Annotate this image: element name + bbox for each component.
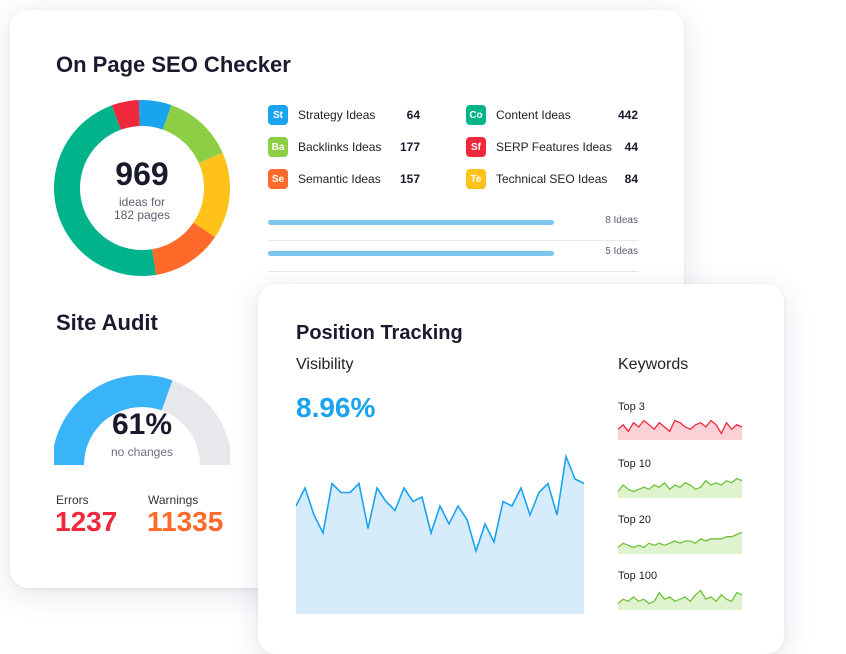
idea-badge: Sf <box>466 137 486 157</box>
idea-label: Backlinks Ideas <box>298 140 382 154</box>
idea-row[interactable]: Ba Backlinks Ideas 177 <box>268 137 420 157</box>
idea-badge: Se <box>268 169 288 189</box>
keyword-group-label: Top 10 <box>618 458 652 470</box>
keywords-label: Keywords <box>618 356 689 373</box>
idea-label: SERP Features Ideas <box>496 140 612 154</box>
site-audit-subtitle: no changes <box>110 445 174 459</box>
warnings-value: 11335 <box>147 506 224 537</box>
idea-badge: Te <box>466 169 486 189</box>
ideas-bar-label: 5 Ideas <box>605 246 638 257</box>
idea-badge: Co <box>466 105 486 125</box>
errors-value: 1237 <box>55 506 118 537</box>
idea-count: 157 <box>399 172 420 186</box>
idea-count: 177 <box>399 140 420 154</box>
idea-row[interactable]: Te Technical SEO Ideas 84 <box>466 169 638 189</box>
keyword-sparkline-top100 <box>618 589 742 610</box>
ideas-bar-row-1[interactable]: 8 Ideas <box>268 209 638 241</box>
donut-segment <box>111 100 141 130</box>
idea-row[interactable]: Co Content Ideas 442 <box>466 105 638 125</box>
keyword-group-label: Top 100 <box>618 570 658 582</box>
position-tracking-card: Position Tracking Visibility 8.96% Keywo… <box>258 284 784 654</box>
warnings-label: Warnings <box>148 493 199 507</box>
donut-total: 969 <box>115 156 169 192</box>
keyword-sparkline-top20 <box>618 531 742 554</box>
visibility-value: 8.96% <box>296 392 376 423</box>
donut-subtitle: ideas for 182 pages <box>113 195 171 222</box>
idea-count: 44 <box>624 140 638 154</box>
idea-label: Technical SEO Ideas <box>496 172 608 186</box>
keyword-sparkline-top10 <box>618 477 742 498</box>
idea-label: Content Ideas <box>496 108 571 122</box>
seo-title: On Page SEO Checker <box>56 52 291 77</box>
idea-count: 442 <box>617 108 638 122</box>
site-audit-percent: 61% <box>111 408 173 441</box>
idea-row[interactable]: St Strategy Ideas 64 <box>268 105 420 125</box>
idea-label: Semantic Ideas <box>298 172 381 186</box>
idea-count: 64 <box>406 108 420 122</box>
ideas-bar-row-2[interactable]: 5 Ideas <box>268 240 638 272</box>
visibility-label: Visibility <box>296 356 354 373</box>
ideas-list-left: St Strategy Ideas 64 Ba Backlinks Ideas 177 Se… <box>268 105 420 201</box>
idea-row[interactable]: Sf SERP Features Ideas 44 <box>466 137 638 157</box>
visibility-area-chart <box>296 453 584 614</box>
ideas-bar-fill <box>268 251 554 256</box>
idea-label: Strategy Ideas <box>298 108 376 122</box>
position-tracking-title: Position Tracking <box>296 322 463 344</box>
idea-count: 84 <box>624 172 638 186</box>
donut-segment <box>138 100 172 130</box>
visibility-area <box>296 456 584 614</box>
ideas-list-right: Co Content Ideas 442 Sf SERP Features Ideas 4… <box>466 105 638 201</box>
donut-segment <box>162 105 223 164</box>
keyword-sparkline-top3 <box>618 419 742 440</box>
ideas-bar-fill <box>268 220 554 225</box>
keyword-group-label: Top 3 <box>618 401 645 413</box>
ideas-bar-label: 8 Ideas <box>605 215 638 226</box>
idea-row[interactable]: Se Semantic Ideas 157 <box>268 169 420 189</box>
idea-badge: St <box>268 105 288 125</box>
keyword-group-label: Top 20 <box>618 514 652 526</box>
site-audit-title: Site Audit <box>56 310 158 335</box>
errors-label: Errors <box>56 493 89 507</box>
sparkline-area <box>618 478 742 498</box>
idea-badge: Ba <box>268 137 288 157</box>
donut-segment <box>151 222 215 275</box>
